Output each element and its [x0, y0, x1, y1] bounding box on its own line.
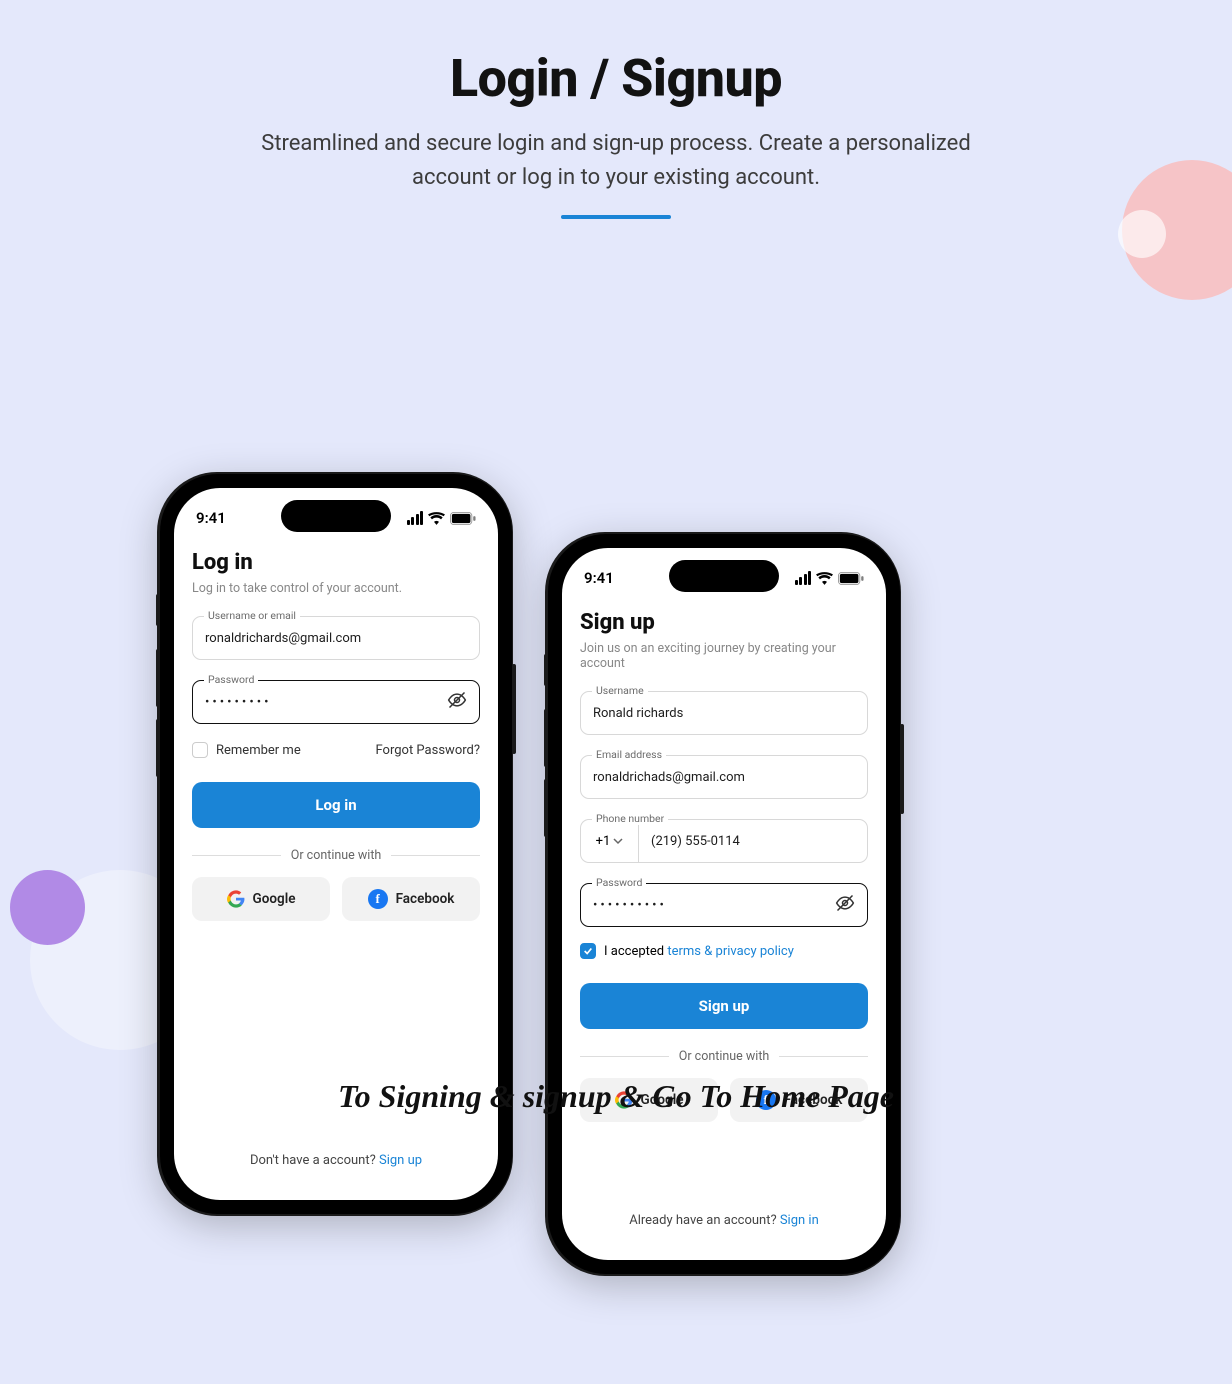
password-field[interactable]: Password •••••••••• — [580, 883, 868, 927]
email-field[interactable]: Email address ronaldrichads@gmail.com — [580, 755, 868, 799]
status-time: 9:41 — [584, 569, 614, 587]
username-field[interactable]: Username or email ronaldrichards@gmail.c… — [192, 616, 480, 660]
country-code-select[interactable]: +1 — [580, 819, 638, 863]
remember-label: Remember me — [216, 743, 301, 758]
field-value: ronaldrichards@gmail.com — [192, 616, 480, 660]
field-value: ••••••••• — [205, 695, 271, 710]
field-value: •••••••••• — [593, 898, 667, 913]
field-value: ronaldrichads@gmail.com — [580, 755, 868, 799]
terms-link[interactable]: terms & privacy policy — [667, 944, 794, 959]
terms-checkbox[interactable] — [580, 943, 596, 959]
check-icon — [583, 946, 593, 956]
field-label: Username — [592, 684, 648, 697]
page-title: Login / Signup — [0, 48, 1232, 109]
field-label: Password — [204, 673, 258, 686]
chevron-down-icon — [613, 836, 623, 846]
phone-mockup-signup: 9:41 Sign up Join us on an exciting jour… — [548, 534, 900, 1274]
field-label: Password — [592, 876, 646, 889]
forgot-password-link[interactable]: Forgot Password? — [375, 743, 480, 758]
signup-title: Sign up — [580, 610, 868, 635]
divider-or: Or continue with — [192, 848, 480, 863]
phone-field[interactable]: Phone number +1 (219) 555-0114 — [580, 819, 868, 863]
field-label: Email address — [592, 748, 666, 761]
cellular-icon — [795, 571, 812, 585]
signup-button[interactable]: Sign up — [580, 983, 868, 1029]
facebook-icon: f — [368, 889, 388, 909]
login-title: Log in — [192, 550, 480, 575]
signup-link[interactable]: Sign up — [379, 1153, 422, 1168]
field-value: (219) 555-0114 — [638, 819, 868, 863]
accept-text: I accepted terms & privacy policy — [604, 944, 794, 959]
signin-link[interactable]: Sign in — [780, 1213, 819, 1228]
eye-off-icon[interactable] — [835, 893, 855, 917]
dynamic-island — [281, 500, 391, 532]
cellular-icon — [407, 511, 424, 525]
checkbox-icon — [192, 742, 208, 758]
password-field[interactable]: Password ••••••••• — [192, 680, 480, 724]
status-time: 9:41 — [196, 509, 226, 527]
footer-caption: To Signing & signup & Go To Home Page — [0, 1078, 1232, 1115]
battery-icon — [838, 572, 864, 585]
eye-off-icon[interactable] — [447, 690, 467, 714]
facebook-button[interactable]: f Facebook — [342, 877, 480, 921]
signup-prompt: Don't have a account? Sign up — [174, 1153, 498, 1168]
google-button[interactable]: Google — [192, 877, 330, 921]
signup-subtitle: Join us on an exciting journey by creati… — [580, 641, 868, 671]
page-header: Login / Signup Streamlined and secure lo… — [0, 0, 1232, 219]
remember-me-checkbox[interactable]: Remember me — [192, 742, 301, 758]
username-field[interactable]: Username Ronald richards — [580, 691, 868, 735]
field-value: Ronald richards — [580, 691, 868, 735]
login-subtitle: Log in to take control of your account. — [192, 581, 480, 596]
wifi-icon — [428, 512, 445, 525]
dynamic-island — [669, 560, 779, 592]
page-subtitle: Streamlined and secure login and sign-up… — [226, 127, 1006, 195]
divider-or: Or continue with — [580, 1049, 868, 1064]
wifi-icon — [816, 572, 833, 585]
field-label: Phone number — [592, 812, 668, 825]
signin-prompt: Already have an account? Sign in — [562, 1213, 886, 1228]
google-icon — [227, 890, 245, 908]
login-button[interactable]: Log in — [192, 782, 480, 828]
battery-icon — [450, 512, 476, 525]
field-label: Username or email — [204, 609, 300, 622]
